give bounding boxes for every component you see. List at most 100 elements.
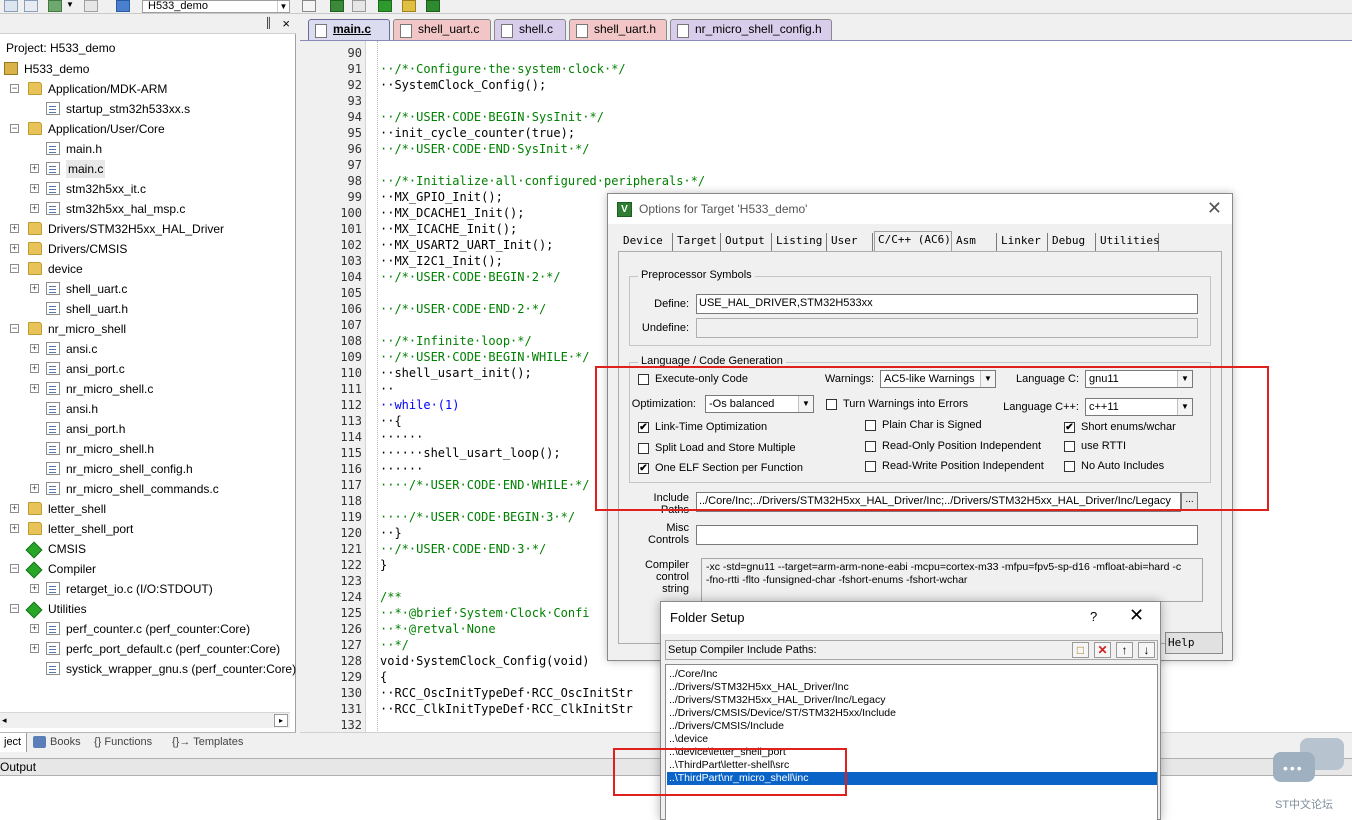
include-paths-list[interactable]: ../Core/Inc ../Drivers/STM32H5xx_HAL_Driv… [665, 664, 1158, 820]
project-hscrollbar[interactable]: ◂ ▸ [0, 712, 290, 728]
tree-item[interactable]: systick_wrapper_gnu.s (perf_counter:Core… [0, 660, 296, 680]
tab-listing[interactable]: Listing [773, 233, 827, 251]
chevron-down-icon[interactable]: ▼ [277, 1, 289, 12]
toolbar-icon-1[interactable] [4, 0, 18, 12]
collapse-icon[interactable]: − [10, 604, 19, 613]
include-path-item[interactable]: ..\device [667, 733, 1157, 746]
expand-icon[interactable]: + [30, 344, 39, 353]
tab-shell-uart-h[interactable]: shell_uart.h [569, 19, 667, 40]
toolbar-icon-10[interactable] [402, 0, 416, 12]
tree-item[interactable]: − nr_micro_shell [0, 320, 296, 340]
define-input[interactable]: USE_HAL_DRIVER,STM32H533xx [696, 294, 1198, 314]
close-icon[interactable]: × [282, 16, 290, 31]
close-icon[interactable]: ✕ [1207, 198, 1222, 219]
code-line[interactable]: 96 ··/*·USER·CODE·END·SysInit·*/ [300, 141, 1352, 157]
tree-item[interactable]: + stm32h5xx_it.c [0, 180, 296, 200]
code-line[interactable]: 93 [300, 93, 1352, 109]
tree-item[interactable]: − Application/MDK-ARM [0, 80, 296, 100]
tree-item[interactable]: − Application/User/Core [0, 120, 296, 140]
collapse-icon[interactable]: − [10, 564, 19, 573]
toolbar-icon-2[interactable] [24, 0, 38, 12]
tree-item[interactable]: + ansi_port.c [0, 360, 296, 380]
pin-icon[interactable]: ║ [265, 18, 272, 29]
tab-books[interactable]: Books [30, 733, 86, 752]
tree-item[interactable]: + main.c [0, 160, 296, 180]
tab-utilities[interactable]: Utilities [1097, 233, 1160, 251]
tree-item[interactable]: H533_demo [0, 60, 296, 80]
code-line[interactable]: 98 ··/*·Initialize·all·configured·periphe… [300, 173, 1352, 189]
tab-user[interactable]: User [828, 233, 873, 251]
tree-item[interactable]: − device [0, 260, 296, 280]
tab-debug[interactable]: Debug [1049, 233, 1096, 251]
expand-icon[interactable]: + [30, 644, 39, 653]
tree-item[interactable]: + perfc_port_default.c (perf_counter:Core… [0, 640, 296, 660]
toolbar-icon-9[interactable] [378, 0, 392, 12]
expand-icon[interactable]: + [10, 524, 19, 533]
delete-icon[interactable]: ✕ [1094, 642, 1111, 658]
tree-item[interactable]: + Drivers/CMSIS [0, 240, 296, 260]
close-icon[interactable]: ✕ [1129, 605, 1144, 626]
collapse-icon[interactable]: − [10, 324, 19, 333]
tab-c-cpp-ac6[interactable]: C/C++ (AC6) [874, 231, 952, 252]
code-line[interactable]: 94 ··/*·USER·CODE·BEGIN·SysInit·*/ [300, 109, 1352, 125]
tree-item[interactable]: + nr_micro_shell_commands.c [0, 480, 296, 500]
tab-templates[interactable]: {}→ Templates [168, 733, 258, 752]
collapse-icon[interactable]: − [10, 124, 19, 133]
code-line[interactable]: 95 ··init_cycle_counter(true); [300, 125, 1352, 141]
toolbar-icon-7[interactable] [330, 0, 344, 12]
expand-icon[interactable]: + [30, 284, 39, 293]
build-target-icon[interactable] [116, 0, 130, 12]
code-line[interactable]: 92 ··SystemClock_Config(); [300, 77, 1352, 93]
expand-icon[interactable]: + [10, 504, 19, 513]
tree-item[interactable]: main.h [0, 140, 296, 160]
tree-item[interactable]: + letter_shell_port [0, 520, 296, 540]
include-path-item[interactable]: ../Core/Inc [667, 668, 1157, 681]
toolbar-icon-11[interactable] [426, 0, 440, 12]
expand-icon[interactable]: + [30, 384, 39, 393]
folder-setup-titlebar[interactable]: Folder Setup ? ✕ [661, 602, 1160, 634]
expand-icon[interactable]: + [10, 224, 19, 233]
tree-item[interactable]: nr_micro_shell.h [0, 440, 296, 460]
tab-linker[interactable]: Linker [998, 233, 1048, 251]
tree-item[interactable]: + nr_micro_shell.c [0, 380, 296, 400]
expand-icon[interactable]: + [30, 184, 39, 193]
tree-item[interactable]: nr_micro_shell_config.h [0, 460, 296, 480]
tab-asm[interactable]: Asm [953, 233, 997, 251]
tab-main-c[interactable]: main.c [308, 19, 390, 40]
tree-item[interactable]: shell_uart.h [0, 300, 296, 320]
expand-icon[interactable]: + [30, 624, 39, 633]
tree-item[interactable]: − Compiler [0, 560, 296, 580]
move-down-icon[interactable]: ↓ [1138, 642, 1155, 658]
wrench-icon[interactable] [302, 0, 316, 12]
scroll-right-icon[interactable]: ▸ [274, 714, 288, 727]
tree-item[interactable]: CMSIS [0, 540, 296, 560]
tree-item[interactable]: + Drivers/STM32H5xx_HAL_Driver [0, 220, 296, 240]
options-dialog-titlebar[interactable]: V Options for Target 'H533_demo' ✕ [608, 194, 1232, 224]
collapse-icon[interactable]: − [10, 264, 19, 273]
code-line[interactable]: 91 ··/*·Configure·the·system·clock·*/ [300, 61, 1352, 77]
expand-icon[interactable]: + [30, 164, 39, 173]
collapse-icon[interactable]: − [10, 84, 19, 93]
expand-icon[interactable]: + [30, 204, 39, 213]
tree-item[interactable]: ansi_port.h [0, 420, 296, 440]
help-button[interactable]: Help [1165, 632, 1223, 654]
tree-item[interactable]: + perf_counter.c (perf_counter:Core) [0, 620, 296, 640]
new-folder-icon[interactable]: □ [1072, 642, 1089, 658]
tab-target[interactable]: Target [674, 233, 721, 251]
expand-icon[interactable]: + [30, 364, 39, 373]
tree-item[interactable]: + stm32h5xx_hal_msp.c [0, 200, 296, 220]
include-path-item[interactable]: ../Drivers/STM32H5xx_HAL_Driver/Inc [667, 681, 1157, 694]
tab-output[interactable]: Output [722, 233, 772, 251]
tree-item[interactable]: ansi.h [0, 400, 296, 420]
toolbar-icon-4[interactable] [84, 0, 98, 12]
compiler-string-box[interactable]: -xc -std=gnu11 --target=arm-arm-none-eab… [701, 558, 1203, 602]
include-path-item[interactable]: ../Drivers/CMSIS/Device/ST/STM32H5xx/Inc… [667, 707, 1157, 720]
undefine-input[interactable] [696, 318, 1198, 338]
tree-item[interactable]: + retarget_io.c (I/O:STDOUT) [0, 580, 296, 600]
tab-shell-uart-c[interactable]: shell_uart.c [393, 19, 491, 40]
tab-shell-c[interactable]: shell.c [494, 19, 566, 40]
toolbar-icon-8[interactable] [352, 0, 366, 12]
include-path-item[interactable]: ../Drivers/STM32H5xx_HAL_Driver/Inc/Lega… [667, 694, 1157, 707]
expand-icon[interactable]: + [30, 584, 39, 593]
include-path-item[interactable]: ../Drivers/CMSIS/Include [667, 720, 1157, 733]
